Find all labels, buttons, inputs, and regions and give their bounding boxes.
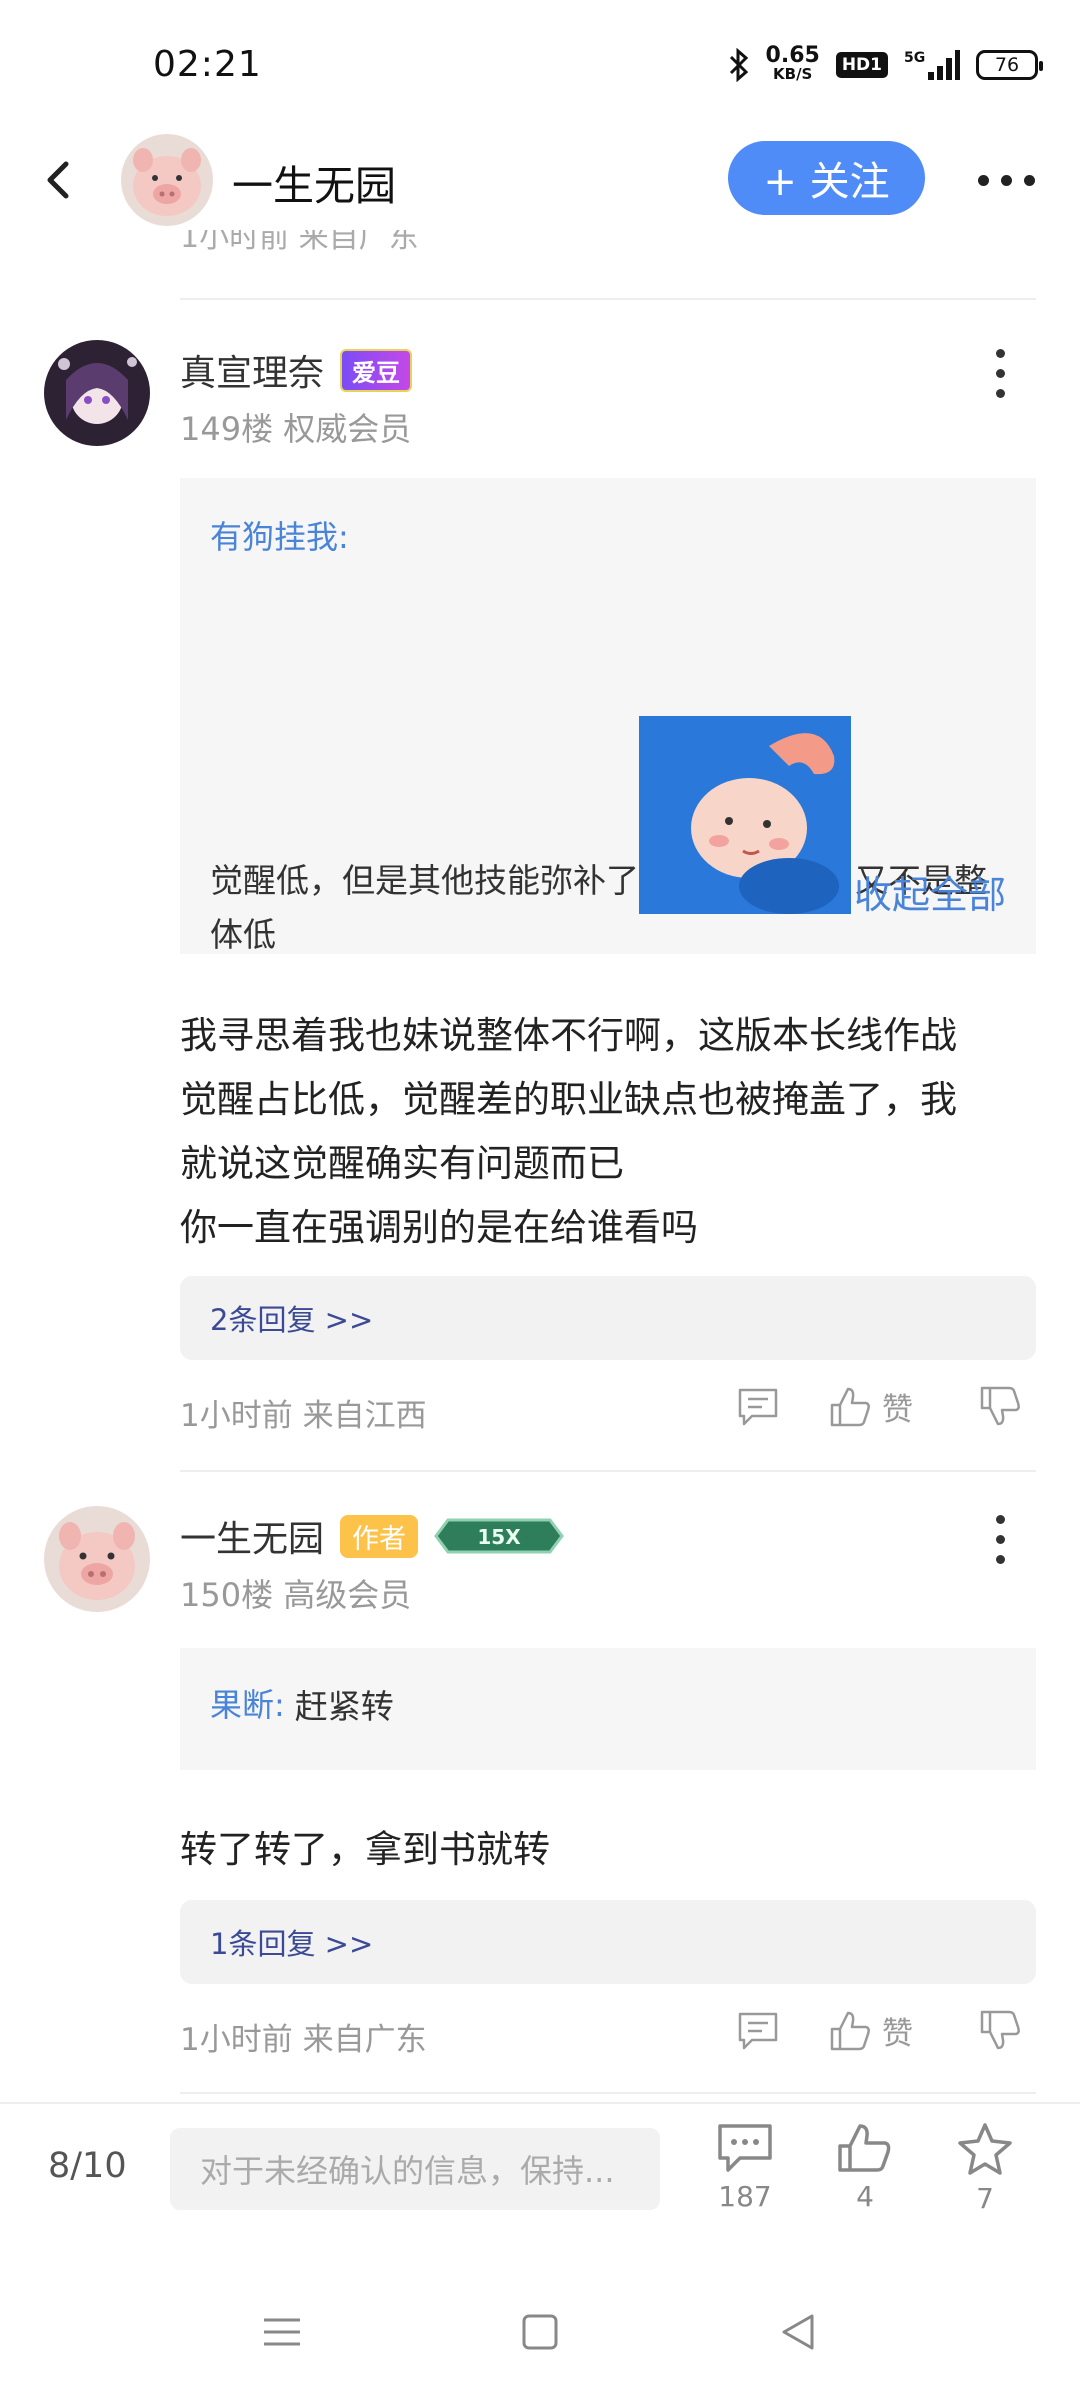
star-icon[interactable] (956, 2122, 1014, 2176)
user-badge: 爱豆 (340, 348, 413, 392)
quote-text: 觉醒低，但是其他技能弥补了 又不是整 体低 (210, 716, 1030, 962)
post-menu-icon[interactable] (985, 343, 1015, 403)
status-time: 02:21 (153, 44, 262, 85)
comment-count: 187 (718, 2180, 772, 2213)
thumbs-up-icon[interactable] (836, 2122, 894, 2174)
net-speed: 0.65 KB/S (765, 43, 820, 84)
post-footer: 1小时前 来自江西 赞 (180, 1384, 1036, 1434)
divider (180, 298, 1036, 300)
post-time: 1小时前 来自广东 (180, 2022, 427, 2058)
post-meta: 149楼 权威会员 (180, 410, 412, 448)
thread-header: 一生无园 + 关注 (0, 130, 1080, 230)
post-avatar[interactable] (44, 1506, 150, 1612)
divider (180, 2092, 1036, 2094)
favorite-count: 7 (976, 2182, 994, 2215)
view-replies-button[interactable]: 2条回复 >> (180, 1276, 1036, 1360)
like-count: 4 (856, 2180, 874, 2213)
post-menu-icon[interactable] (985, 1509, 1015, 1569)
post-time: 1小时前 来自江西 (180, 1398, 427, 1434)
more-options-icon[interactable] (978, 160, 1058, 200)
signal-icon: 5G (904, 50, 960, 80)
author-name[interactable]: 一生无园 (232, 152, 396, 212)
home-icon[interactable] (510, 2302, 570, 2362)
svg-text:15X: 15X (477, 1525, 521, 1549)
previous-post-footer: 1小时前 来自广东 (180, 230, 419, 255)
favorites-button[interactable]: 7 (945, 2122, 1025, 2215)
quoted-reply[interactable]: 果断: 赶紧转 (180, 1648, 1036, 1770)
status-bar: 02:21 0.65 KB/S HD1 5G 76 (0, 0, 1080, 130)
like-button[interactable]: 赞 (828, 2008, 913, 2053)
follow-button[interactable]: + 关注 (728, 141, 925, 215)
comment-icon[interactable] (736, 2008, 780, 2052)
comment-icon[interactable] (736, 1384, 780, 1428)
author-avatar[interactable] (121, 134, 213, 226)
quote-author[interactable]: 有狗挂我: (210, 512, 349, 558)
thumbs-down-icon[interactable] (978, 2008, 1022, 2052)
emoji-sticker (639, 716, 851, 914)
post-content: 转了转了，拿到书就转 (180, 1828, 550, 1871)
reply-input[interactable]: 对于未经确认的信息，保持... (170, 2128, 660, 2210)
bluetooth-icon (729, 48, 748, 82)
likes-button[interactable]: 4 (825, 2122, 905, 2213)
back-arrow-icon[interactable] (32, 152, 88, 208)
collapse-all-link[interactable]: 收起全部 (854, 864, 1006, 919)
author-badge: 作者 (340, 1514, 419, 1558)
post-user-name[interactable]: 真宣理奈 爱豆 (180, 344, 413, 396)
post-user-name[interactable]: 一生无园 作者 15X (180, 1510, 564, 1562)
post-avatar[interactable] (44, 340, 150, 446)
thumbs-up-icon[interactable] (828, 1385, 872, 1429)
comments-button[interactable]: 187 (705, 2122, 785, 2213)
quote-text: 赶紧转 (294, 1687, 394, 1726)
quote-author[interactable]: 果断: (210, 1680, 285, 1728)
quoted-reply[interactable]: 有狗挂我: 觉醒低，但是其他技能弥补了 又不是整 体低 收起全部 (180, 478, 1036, 954)
post-content: 我寻思着我也妹说整体不行啊，这版本长线作战 觉醒占比低，觉醒差的职业缺点也被掩盖… (180, 1014, 957, 1249)
system-nav-bar (0, 2252, 1080, 2400)
hd-badge: HD1 (835, 52, 888, 78)
level-badge: 15X (434, 1518, 564, 1554)
thumbs-down-icon[interactable] (978, 1384, 1022, 1428)
bottom-action-bar: 8/10 对于未经确认的信息，保持... 187 4 7 (0, 2102, 1080, 2252)
battery-indicator: 76 (976, 50, 1043, 80)
comment-bubble-icon[interactable] (716, 2122, 774, 2174)
thumbs-up-icon[interactable] (828, 2009, 872, 2053)
svg-text:5G: 5G (904, 50, 925, 66)
post-meta: 150楼 高级会员 (180, 1576, 412, 1614)
status-icons: 0.65 KB/S HD1 5G 76 (728, 43, 1043, 84)
post-footer: 1小时前 来自广东 赞 (180, 2008, 1036, 2058)
back-triangle-icon[interactable] (768, 2302, 828, 2362)
like-button[interactable]: 赞 (828, 1384, 913, 1429)
divider (180, 1470, 1036, 1472)
page-indicator[interactable]: 8/10 (48, 2146, 127, 2186)
view-replies-button[interactable]: 1条回复 >> (180, 1900, 1036, 1984)
menu-icon[interactable] (252, 2302, 312, 2362)
